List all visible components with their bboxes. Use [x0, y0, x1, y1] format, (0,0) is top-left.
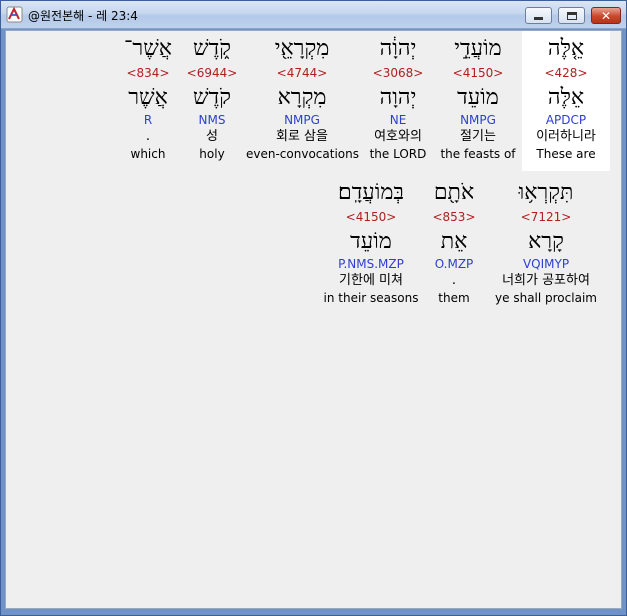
morphology-code[interactable]: NMS	[182, 113, 242, 128]
strong-number[interactable]: <6944>	[182, 65, 242, 81]
korean-gloss: .	[451, 273, 457, 288]
hebrew-word: קֹ֑דֶשׁ	[193, 36, 231, 61]
hebrew-word: אֲשֶׁר־	[123, 36, 172, 61]
hebrew-lexeme: אֵלֶּה	[547, 85, 585, 110]
korean-gloss: 절기는	[460, 129, 496, 144]
word-column-2[interactable]: מוֹעֲדֵ֣י <4150> מוֹעֵד NMPG 절기는 the fea…	[438, 31, 518, 171]
korean-gloss: 이러하니라	[536, 129, 596, 144]
strong-number[interactable]: <834>	[118, 65, 178, 81]
english-gloss: them	[438, 291, 470, 305]
verse-row-2: תִּקְרְא֥וּ <7121> קָרָא VQIMYP 너희가 공포하여…	[6, 175, 617, 315]
app-window: @원전본해 - 레 23:4 ✕ אֵ֤לֶּה <428> אֵלֶּה AP…	[0, 0, 627, 616]
window-title: @원전본해 - 레 23:4	[28, 9, 138, 23]
hebrew-lexeme: מִקְרָא	[277, 85, 327, 110]
word-column-3[interactable]: יְהוָ֔ה <3068> יְהוָה NE 여호와의 the LORD	[362, 31, 434, 171]
title-bar[interactable]: @원전본해 - 레 23:4 ✕	[1, 1, 626, 29]
word-column-8[interactable]: אֹתָ֖ם <853> אֵת O.MZP . them	[424, 175, 484, 315]
morphology-code[interactable]: P.NMS.MZP	[322, 257, 420, 272]
korean-gloss: .	[145, 129, 151, 144]
english-gloss: the feasts of	[440, 147, 516, 161]
strong-number[interactable]: <3068>	[362, 65, 434, 81]
interlinear-view[interactable]: אֵ֤לֶּה <428> אֵלֶּה APDCP 이러하니라 These a…	[5, 30, 622, 609]
strong-number[interactable]: <428>	[522, 65, 610, 81]
strong-number[interactable]: <853>	[424, 209, 484, 225]
word-column-4[interactable]: מִקְרָאֵ֖י <4744> מִקְרָא NMPG 회로 삼을 eve…	[246, 31, 359, 171]
strong-number[interactable]: <4744>	[246, 65, 358, 81]
hebrew-word: מוֹעֲדֵ֣י	[454, 36, 502, 61]
hebrew-lexeme: יְהוָה	[379, 85, 417, 110]
english-gloss: ye shall proclaim	[495, 291, 597, 305]
morphology-code[interactable]: NE	[362, 113, 434, 128]
english-gloss: which	[130, 147, 166, 161]
hebrew-word: יְהוָ֔ה	[379, 36, 417, 61]
maximize-button[interactable]	[558, 7, 585, 24]
korean-gloss: 기한에 미쳐	[339, 273, 403, 288]
word-column-9[interactable]: בְּמוֹעֲדָֽם׃ <4150> מוֹעֵד P.NMS.MZP 기한…	[322, 175, 420, 315]
hebrew-lexeme: מוֹעֵד	[457, 85, 499, 110]
morphology-code[interactable]: VQIMYP	[488, 257, 604, 272]
word-column-1[interactable]: אֵ֤לֶּה <428> אֵלֶּה APDCP 이러하니라 These a…	[522, 31, 610, 171]
verse-row-1: אֵ֤לֶּה <428> אֵלֶּה APDCP 이러하니라 These a…	[6, 31, 617, 171]
morphology-code[interactable]: NMPG	[438, 113, 518, 128]
korean-gloss: 회로 삼을	[276, 129, 328, 144]
app-logo-icon[interactable]	[6, 6, 23, 23]
hebrew-word: בְּמוֹעֲדָֽם׃	[337, 180, 405, 205]
window-bottom-border[interactable]	[1, 609, 626, 615]
hebrew-word: אֹתָ֖ם	[433, 180, 475, 205]
hebrew-lexeme: קֹדֶשׁ	[193, 85, 231, 110]
english-gloss: the LORD	[369, 147, 427, 161]
hebrew-word: אֵ֤לֶּה	[547, 36, 585, 61]
word-column-6[interactable]: אֲשֶׁר־ <834> אֲשֶׁר R . which	[118, 31, 178, 171]
morphology-code[interactable]: R	[118, 113, 178, 128]
korean-gloss: 여호와의	[374, 129, 422, 144]
morphology-code[interactable]: NMPG	[246, 113, 358, 128]
strong-number[interactable]: <4150>	[322, 209, 420, 225]
english-gloss: These are	[536, 147, 596, 161]
hebrew-word: מִקְרָאֵ֖י	[274, 36, 330, 61]
morphology-code[interactable]: O.MZP	[424, 257, 484, 272]
hebrew-word: תִּקְרְא֥וּ	[518, 180, 574, 205]
korean-gloss: 성	[206, 129, 218, 144]
english-gloss: holy	[199, 147, 225, 161]
word-column-5[interactable]: קֹ֑דֶשׁ <6944> קֹדֶשׁ NMS 성 holy	[182, 31, 242, 171]
english-gloss: even-convocations	[246, 147, 359, 161]
english-gloss: in their seasons	[323, 291, 419, 305]
hebrew-lexeme: אֵת	[440, 229, 468, 254]
morphology-code[interactable]: APDCP	[522, 113, 610, 128]
maximize-icon	[566, 11, 577, 20]
hebrew-lexeme: אֲשֶׁר	[128, 85, 168, 110]
hebrew-lexeme: קָרָא	[528, 229, 564, 254]
korean-gloss: 너희가 공포하여	[502, 273, 590, 288]
close-icon: ✕	[600, 8, 612, 23]
close-button[interactable]: ✕	[591, 7, 621, 24]
hebrew-lexeme: מוֹעֵד	[350, 229, 392, 254]
minimize-button[interactable]	[525, 7, 552, 24]
word-column-7[interactable]: תִּקְרְא֥וּ <7121> קָרָא VQIMYP 너희가 공포하여…	[488, 175, 604, 315]
strong-number[interactable]: <4150>	[438, 65, 518, 81]
minimize-icon	[534, 17, 543, 20]
strong-number[interactable]: <7121>	[488, 209, 604, 225]
